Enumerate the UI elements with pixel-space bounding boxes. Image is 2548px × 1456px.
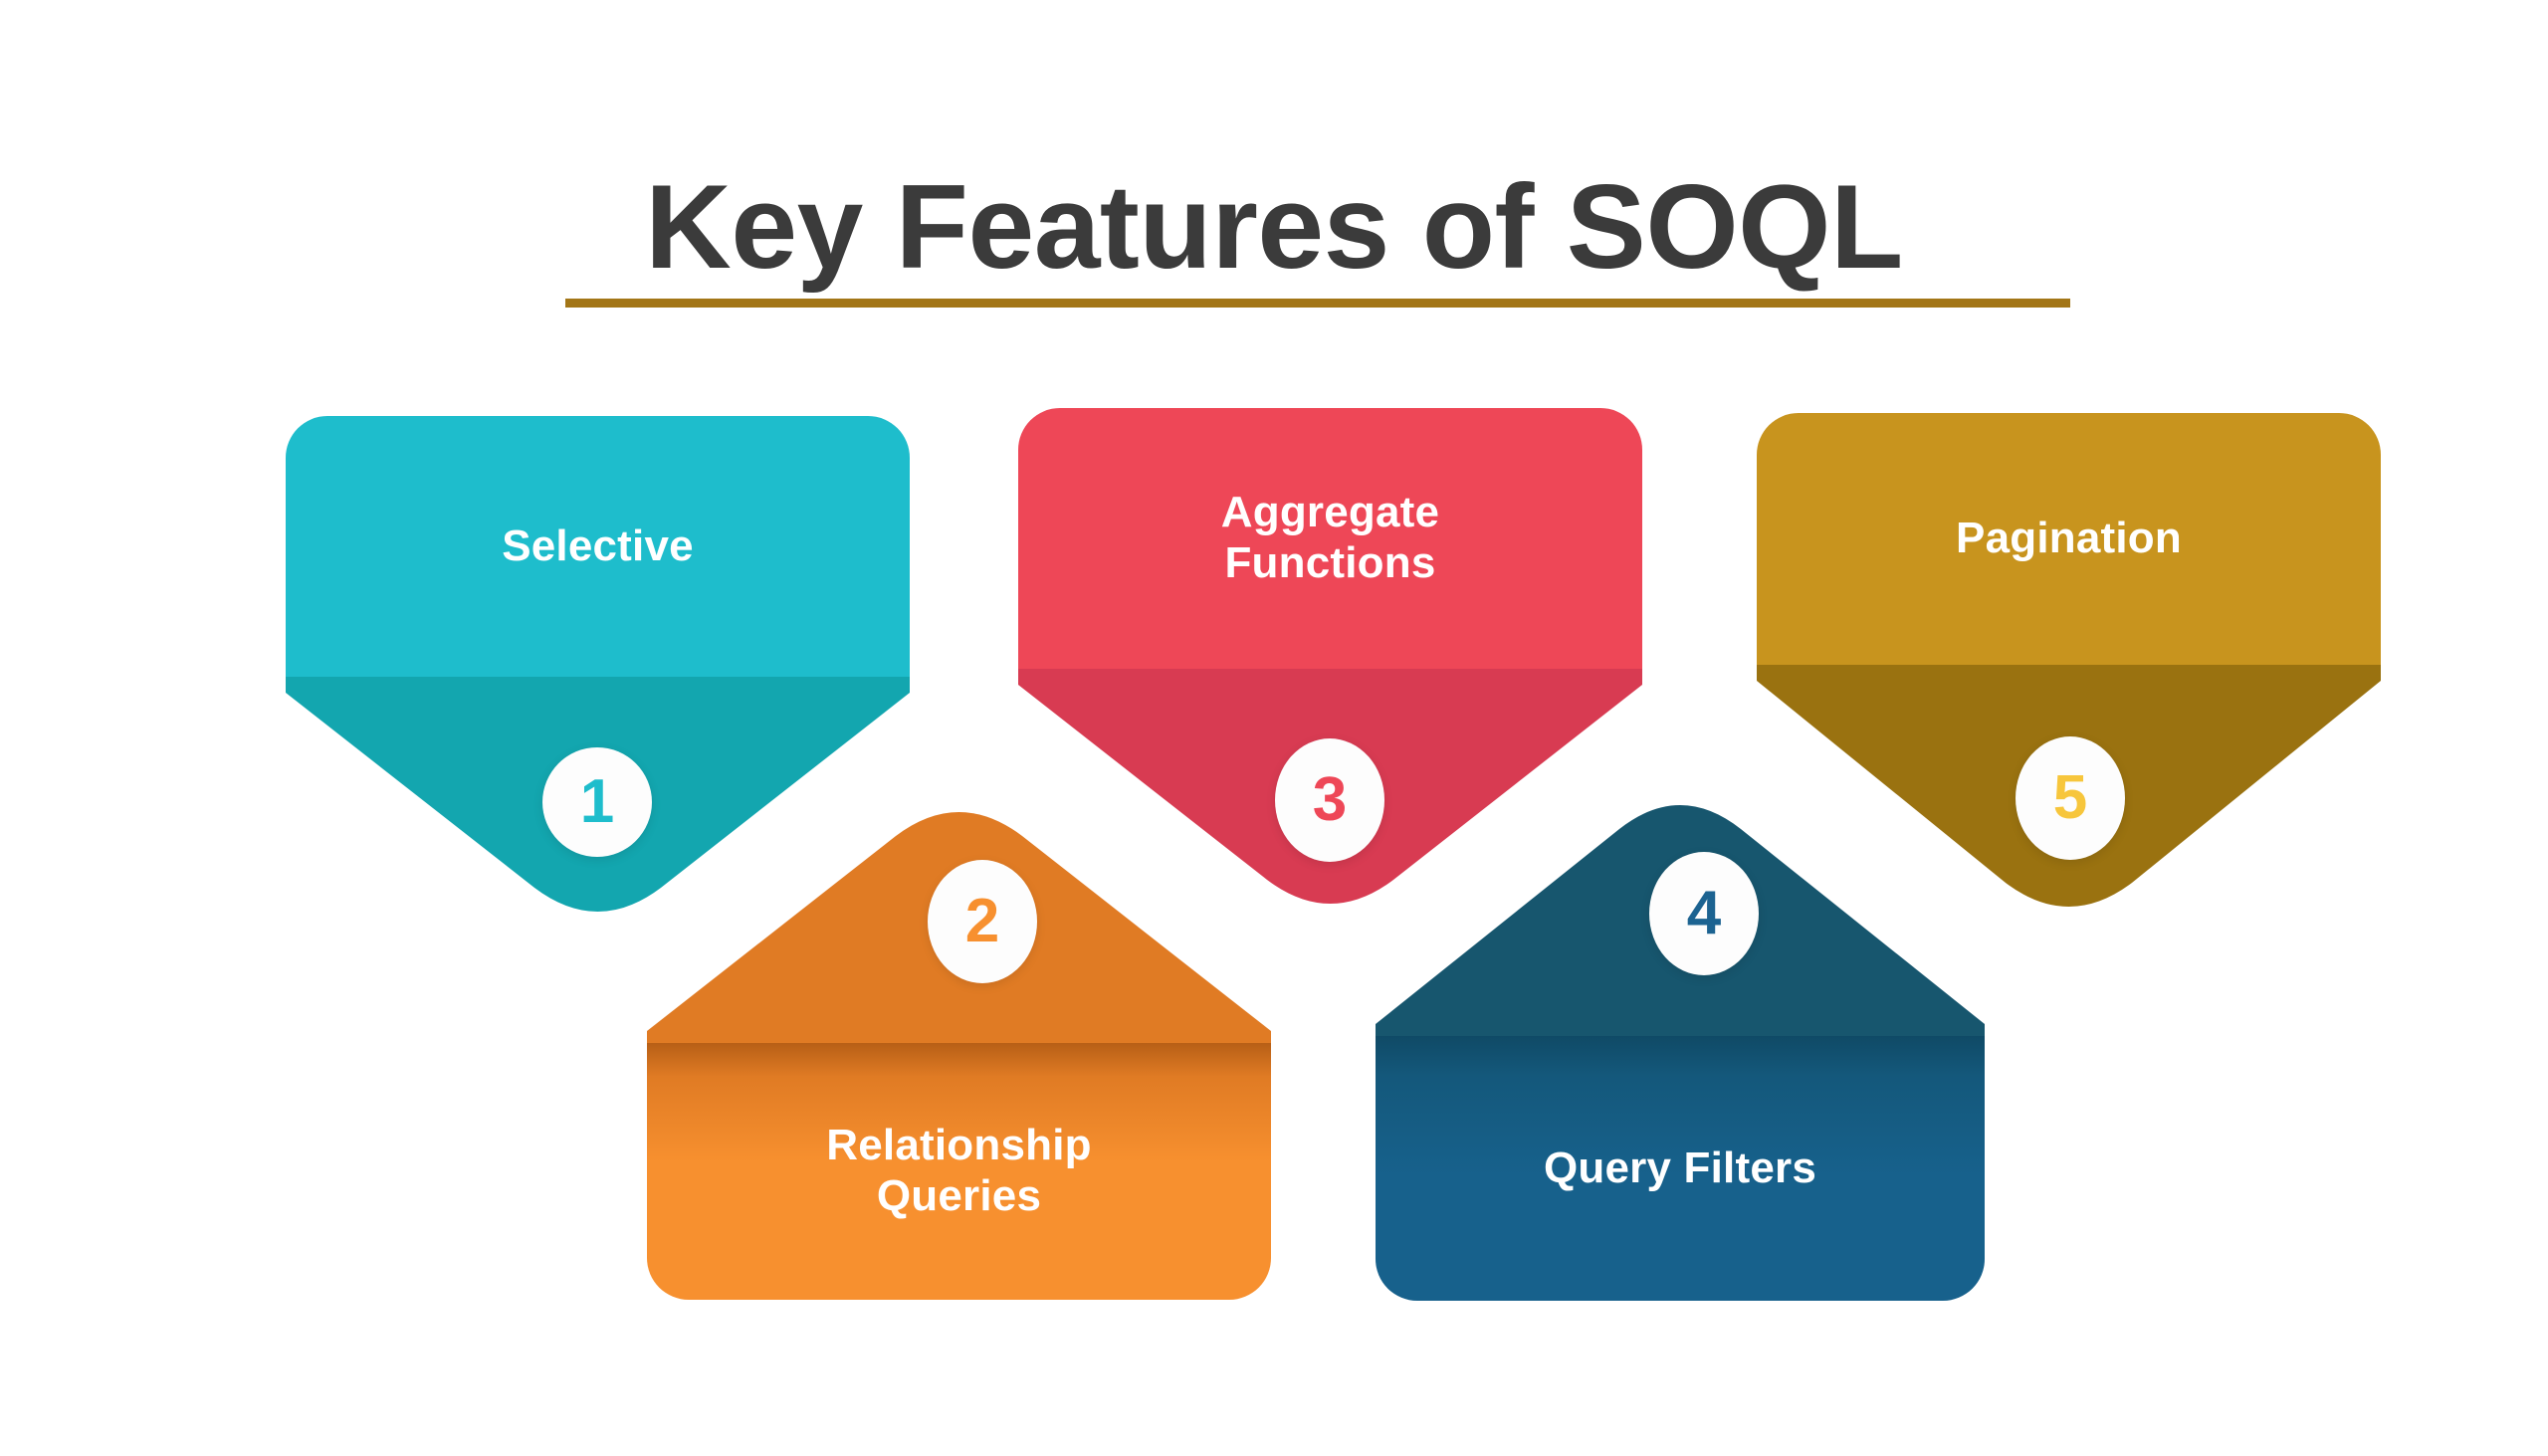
title-block: Key Features of SOQL <box>0 0 2548 328</box>
card-number-badge-5: 5 <box>2016 736 2125 860</box>
card-number-3: 3 <box>1312 765 1348 834</box>
card-panel-2: Relationship Queries <box>647 1043 1271 1300</box>
infographic-canvas: Key Features of SOQL Selective 1 Relatio… <box>0 0 2548 1456</box>
card-panel-3: Aggregate Functions <box>1018 408 1642 669</box>
card-number-badge-1: 1 <box>542 747 652 857</box>
card-number-4: 4 <box>1686 879 1722 947</box>
card-panel-1: Selective <box>286 416 910 677</box>
card-number-badge-4: 4 <box>1649 852 1759 975</box>
card-number-2: 2 <box>964 887 1000 955</box>
card-label-2: Relationship Queries <box>826 1121 1092 1220</box>
card-label-4: Query Filters <box>1543 1143 1817 1192</box>
title-underline-rule <box>565 299 2070 308</box>
card-panel-5: Pagination <box>1757 413 2381 665</box>
card-number-badge-3: 3 <box>1275 738 1384 862</box>
card-label-3: Aggregate Functions <box>1220 488 1440 587</box>
page-title: Key Features of SOQL <box>645 160 1903 294</box>
card-label-5: Pagination <box>1956 514 2182 563</box>
card-panel-4: Query Filters <box>1376 1036 1985 1301</box>
card-number-5: 5 <box>2052 763 2088 832</box>
card-label-1: Selective <box>502 520 694 570</box>
card-number-1: 1 <box>579 767 615 836</box>
